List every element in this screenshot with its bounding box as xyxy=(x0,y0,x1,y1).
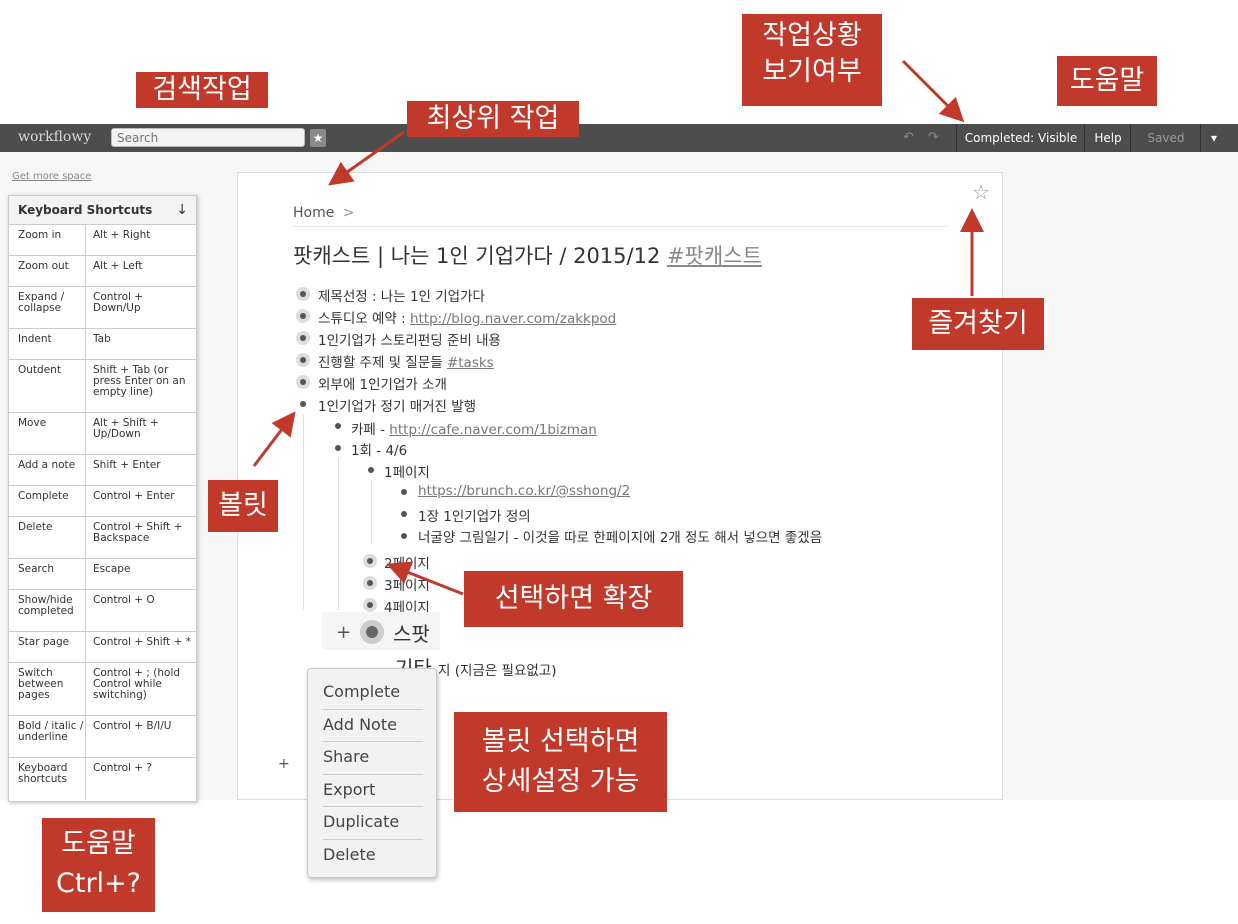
annotation-search: 검색작업 xyxy=(136,72,268,108)
annotation-expand: 선택하면 확장 xyxy=(464,571,683,627)
annotation-favorites: 즐겨찾기 xyxy=(912,298,1044,350)
annotation-line: 보기여부 xyxy=(762,56,862,87)
annotation-top-level: 최상위 작업 xyxy=(407,101,579,137)
annotation-bullet: 볼릿 xyxy=(208,480,278,532)
annotation-progress: 작업상황 보기여부 xyxy=(742,14,882,106)
annotation-line: 작업상황 xyxy=(762,20,862,51)
annotation-line: Ctrl+? xyxy=(56,868,141,899)
annotation-line: 볼릿 선택하면 xyxy=(481,726,640,757)
annotation-bullet-detail: 볼릿 선택하면 상세설정 가능 xyxy=(454,712,667,812)
annotation-line: 상세설정 가능 xyxy=(481,766,640,797)
annotation-help: 도움말 xyxy=(1057,56,1157,106)
annotation-help-shortcut: 도움말 Ctrl+? xyxy=(42,818,155,912)
annotation-line: 도움말 xyxy=(61,828,136,859)
